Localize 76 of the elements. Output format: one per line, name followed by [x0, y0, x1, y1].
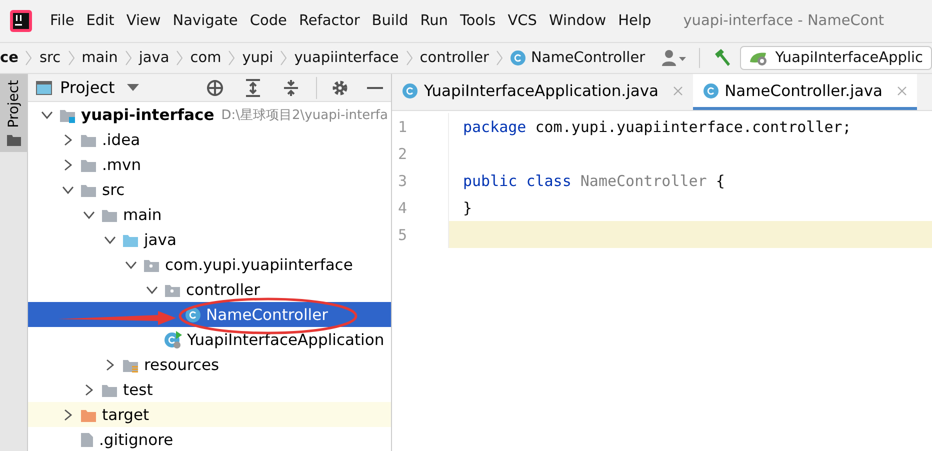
chevron-right-icon: [104, 358, 116, 370]
chevron-icon: [228, 50, 236, 66]
tree-item[interactable]: test: [28, 377, 391, 402]
tree-item[interactable]: main: [28, 202, 391, 227]
crosshair-icon[interactable]: [206, 78, 224, 96]
chevron-icon: [176, 50, 184, 66]
panel-window-icon: [36, 80, 52, 96]
run-configuration-dropdown[interactable]: YuapiInterfaceApplic: [740, 46, 932, 70]
menu-item[interactable]: Tools: [460, 11, 496, 31]
tree-item[interactable]: target: [28, 402, 391, 427]
hammer-icon: [712, 48, 732, 68]
class-icon: [702, 82, 719, 98]
menu-item[interactable]: Run: [420, 11, 448, 31]
breadcrumb[interactable]: ce: [0, 50, 18, 66]
close-icon: [672, 86, 683, 96]
class-icon: [402, 82, 418, 98]
breadcrumb[interactable]: controller: [420, 50, 489, 66]
close-icon: [896, 86, 907, 96]
chevron-icon: [496, 50, 503, 66]
menu-item[interactable]: Navigate: [172, 11, 238, 31]
collapse-all-icon[interactable]: [282, 78, 300, 96]
code-line: public class NameController {: [462, 170, 726, 192]
tree-item[interactable]: resources: [28, 352, 391, 377]
settings-icon[interactable]: [331, 78, 349, 96]
editor-tab[interactable]: YuapiInterfaceApplication.java: [392, 74, 693, 110]
code-line: package com.yupi.yuapiinterface.controller;: [462, 116, 852, 138]
breadcrumb[interactable]: java: [138, 50, 170, 66]
tree-item[interactable]: com.yupi.yuapiinterface: [28, 252, 391, 277]
tree-item[interactable]: java: [28, 227, 391, 252]
breadcrumb[interactable]: src: [39, 50, 61, 66]
window-title: yuapi-interface - NameCont: [683, 13, 884, 29]
chevron-right-icon: [62, 158, 74, 170]
app-logo-icon: [10, 10, 32, 32]
chevron-icon: [68, 50, 75, 66]
file-icon: [80, 432, 94, 448]
chevron-icon: [124, 50, 132, 66]
breadcrumb[interactable]: yupi: [242, 50, 274, 66]
code-line: }: [462, 198, 474, 218]
breadcrumb[interactable]: main: [82, 50, 118, 66]
menu-item[interactable]: Build: [372, 11, 408, 31]
chevron-icon: [25, 50, 32, 66]
chevron-right-icon: [62, 134, 74, 146]
chevron-icon: [406, 50, 413, 66]
menu-item[interactable]: Edit: [86, 11, 114, 31]
tree-item[interactable]: YuapiInterfaceApplication: [28, 327, 391, 352]
panel-title[interactable]: Project: [60, 78, 115, 97]
folder-icon: [6, 134, 20, 146]
tree-item[interactable]: .idea: [28, 127, 391, 152]
menu-item[interactable]: Code: [250, 11, 287, 31]
caret-down-icon: [126, 84, 139, 92]
tree-item[interactable]: yuapi-interface D:\星球项目2\yuapi-interfa: [28, 102, 391, 127]
tree-item[interactable]: .mvn: [28, 152, 391, 177]
breadcrumb[interactable]: yuapiinterface: [294, 50, 399, 66]
tree-item[interactable]: src: [28, 177, 391, 202]
editor-tab[interactable]: NameController.java: [692, 74, 917, 110]
breadcrumb[interactable]: com: [190, 50, 222, 66]
tree-item[interactable]: controller: [28, 277, 391, 302]
chevron-icon: [280, 50, 288, 66]
menu-item[interactable]: VCS: [508, 11, 537, 31]
menu-item[interactable]: Window: [548, 11, 606, 31]
tool-window-tab[interactable]: Project: [0, 74, 27, 152]
leaf-icon: [749, 50, 770, 66]
menu-item[interactable]: View: [126, 11, 161, 31]
chevron-right-icon: [83, 384, 95, 396]
menu-item[interactable]: Refactor: [298, 11, 360, 31]
class-icon: [185, 306, 201, 322]
class-run-icon: [164, 330, 182, 348]
chevron-right-icon: [62, 408, 74, 420]
menu-item[interactable]: File: [50, 11, 74, 31]
breadcrumb[interactable]: NameController: [510, 50, 646, 66]
tree-item[interactable]: NameController: [28, 302, 391, 327]
menu-item[interactable]: Help: [618, 11, 652, 31]
user-icon: [661, 49, 688, 67]
tree-item[interactable]: .gitignore: [28, 427, 391, 451]
class-icon: [510, 50, 526, 66]
expand-all-icon[interactable]: [244, 78, 262, 96]
